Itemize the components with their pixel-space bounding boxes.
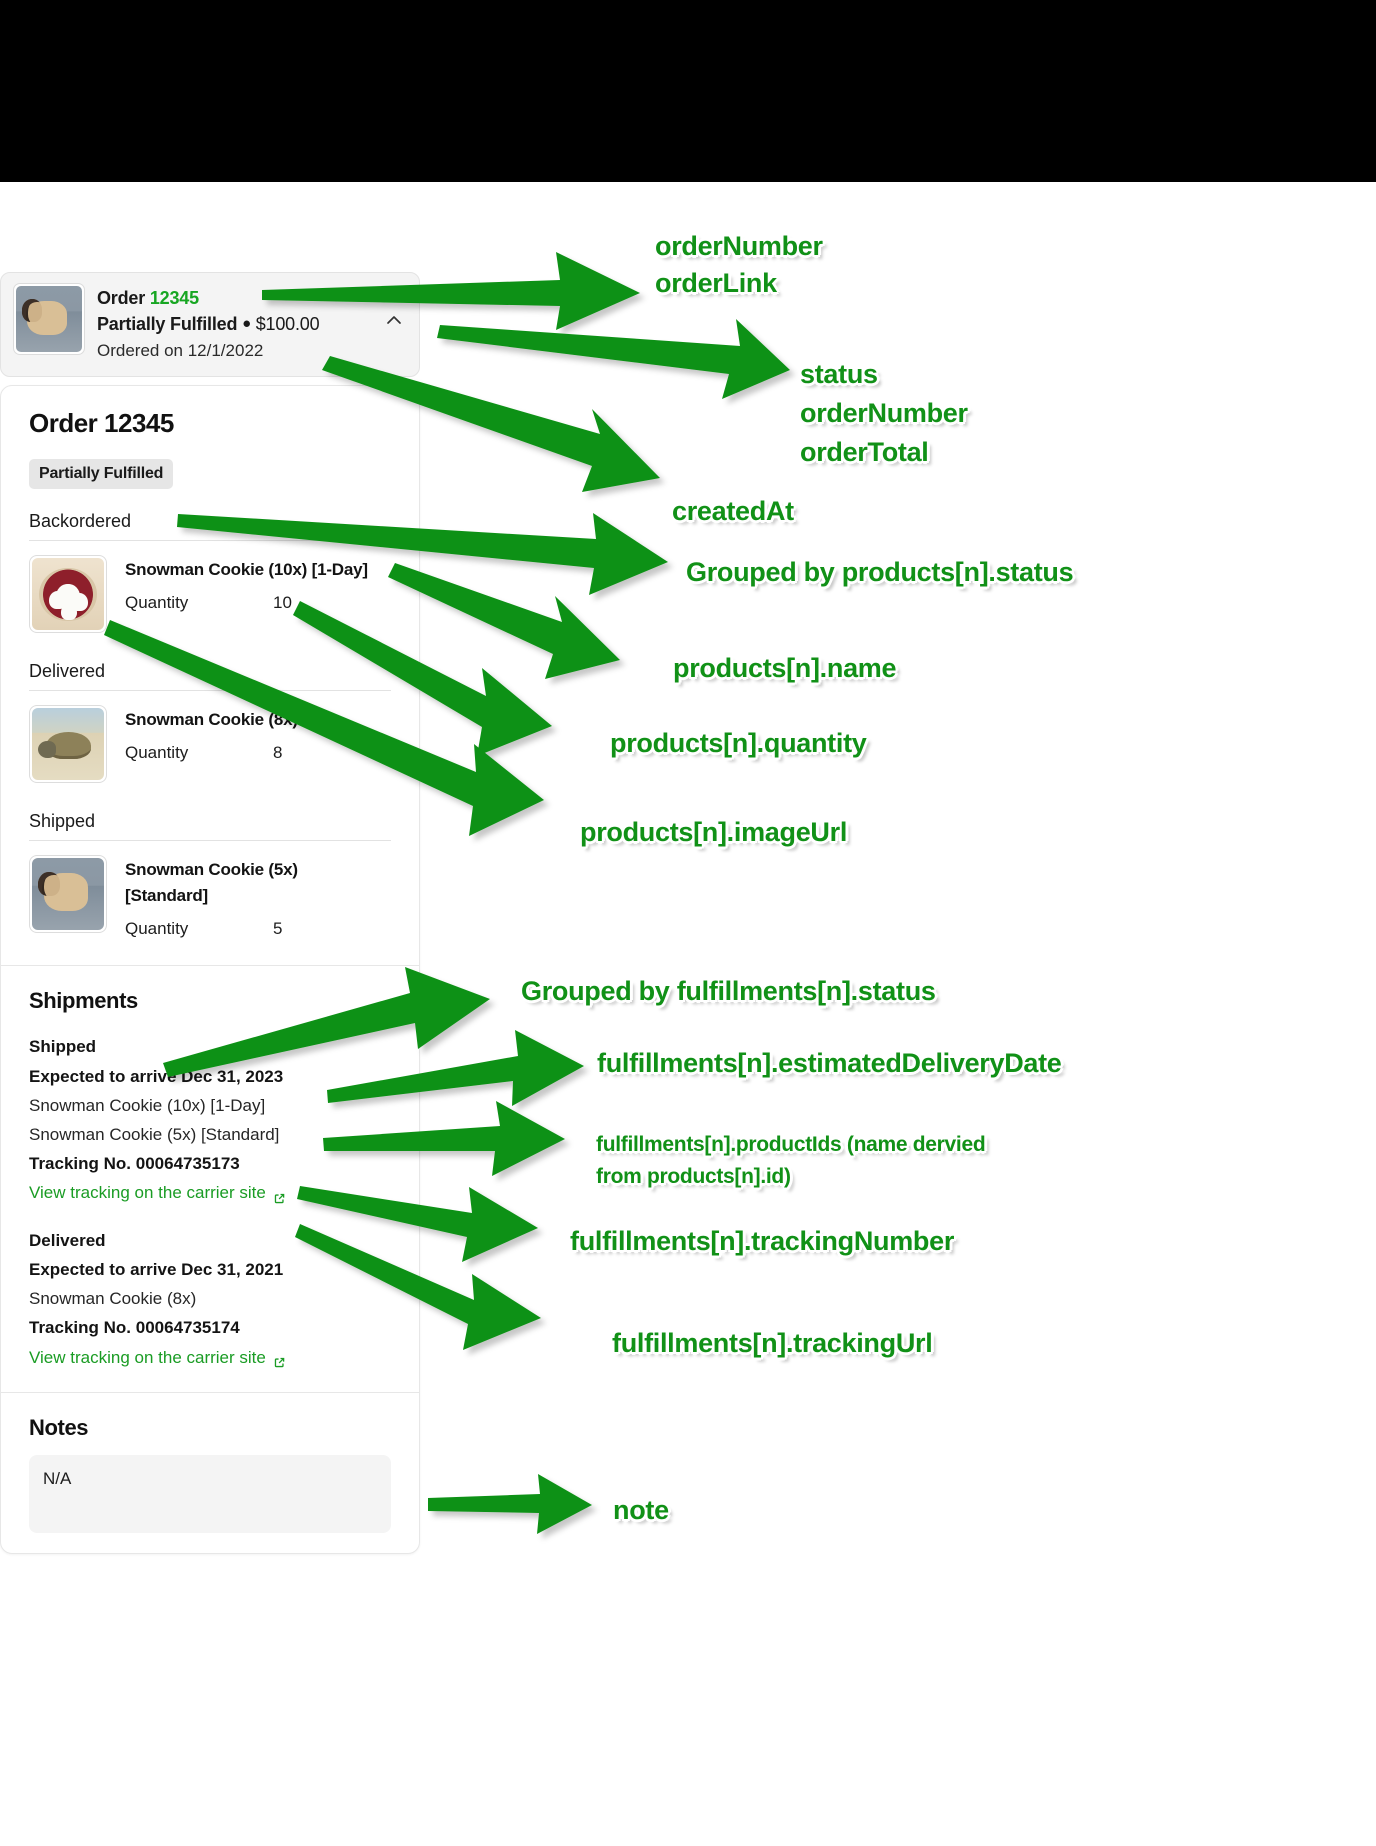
tracking-link-label: View tracking on the carrier site [29, 1347, 266, 1367]
product-quantity: 8 [273, 742, 283, 762]
fulfillment-product: Snowman Cookie (10x) [1-Day] [29, 1095, 266, 1115]
annotation-label: from products[n].id) [596, 1165, 791, 1188]
order-created-at: Ordered on 12/1/2022 [97, 341, 264, 361]
order-products-section: Order 12345 Partially Fulfilled Backorde… [1, 386, 419, 966]
product-name: Snowman Cookie (8x) [125, 709, 298, 729]
product-quantity: 5 [273, 919, 283, 939]
fulfillment-status: Delivered [29, 1230, 106, 1250]
fulfillment-product: Snowman Cookie (8x) [29, 1289, 197, 1309]
tracking-value: 00064735174 [135, 1318, 240, 1338]
annotation-label: products[n].quantity [610, 728, 867, 758]
fulfillment-estimated-delivery: Expected to arrive Dec 31, 2023 [29, 1066, 284, 1086]
shipments-section: Shipments Shipped Expected to arrive Dec… [1, 966, 419, 1392]
notes-section: Notes N/A [1, 1393, 419, 1553]
fulfillment-tracking-link-row: View tracking on the carrier site [29, 1343, 391, 1372]
fulfillment-product: Snowman Cookie (5x) [Standard] [29, 1124, 280, 1144]
product-group-status: Backordered [29, 511, 391, 541]
order-summary-thumbnail [13, 283, 85, 355]
fulfillment-tracking-link-row: View tracking on the carrier site [29, 1178, 391, 1207]
order-summary-strip[interactable]: Order 12345 Partially Fulfilled ● $100.0… [0, 272, 420, 377]
product-info: Snowman Cookie (10x) [1-Day] Quantity 10 [125, 555, 391, 613]
tracking-prefix: Tracking No. [29, 1154, 136, 1174]
annotation-label: fulfillments[n].trackingUrl [612, 1328, 933, 1358]
annotation-label: products[n].imageUrl [580, 817, 848, 847]
annotated-order-screenshot: Order 12345 Partially Fulfilled ● $100.0… [0, 0, 1376, 1846]
external-link-icon [272, 1350, 287, 1367]
arrow-to-note [428, 1474, 592, 1534]
annotation-label: fulfillments[n].productIds (name dervied [596, 1133, 986, 1156]
shipments-title: Shipments [29, 988, 138, 1014]
page-title: Order 12345 [29, 407, 174, 438]
annotation-label: fulfillments[n].estimatedDeliveryDate [597, 1048, 1062, 1078]
annotation-label: Grouped by fulfillments[n].status [521, 976, 936, 1006]
product-group-status: Shipped [29, 811, 391, 841]
order-summary-title: Order 12345 [97, 285, 407, 311]
annotation-label: status [800, 359, 878, 389]
product-row: Snowman Cookie (5x) [Standard] Quantity … [29, 841, 391, 946]
quantity-label: Quantity [125, 592, 189, 612]
product-quantity-row: Quantity 8 [125, 743, 391, 763]
order-summary-text: Order 12345 Partially Fulfilled ● $100.0… [97, 283, 407, 364]
product-image [29, 854, 107, 933]
arrow-to-status [437, 319, 790, 399]
fulfillment-tracking-number: Tracking No. 00064735174 [29, 1313, 391, 1342]
separator-dot: ● [242, 315, 251, 333]
product-info: Snowman Cookie (5x) [Standard] Quantity … [125, 855, 391, 940]
annotation-label: products[n].name [673, 653, 897, 683]
fulfillment-status: Shipped [29, 1037, 97, 1057]
product-name: Snowman Cookie (5x) [Standard] [125, 859, 298, 905]
status-badge: Partially Fulfilled [29, 458, 174, 489]
order-app-column: Order 12345 Partially Fulfilled ● $100.0… [0, 272, 420, 1554]
product-group-status: Delivered [29, 661, 391, 691]
external-link-icon [272, 1186, 287, 1203]
tracking-url-link[interactable]: View tracking on the carrier site [29, 1343, 287, 1372]
fulfillment-estimated-delivery: Expected to arrive Dec 31, 2021 [29, 1259, 284, 1279]
pug-image [32, 857, 104, 930]
tortoise-image [32, 707, 104, 780]
pug-image [16, 286, 82, 352]
annotation-label: createdAt [672, 496, 794, 526]
quantity-label: Quantity [125, 742, 189, 762]
product-info: Snowman Cookie (8x) Quantity 8 [125, 705, 391, 763]
product-image [29, 554, 107, 633]
tracking-url-link[interactable]: View tracking on the carrier site [29, 1178, 287, 1207]
top-black-bar [0, 0, 1376, 182]
annotation-label: orderNumber [655, 231, 823, 261]
cookie-plate-image [32, 557, 104, 630]
fulfillment-block: Delivered Expected to arrive Dec 31, 202… [29, 1226, 391, 1372]
product-quantity: 10 [273, 592, 292, 612]
product-quantity-row: Quantity 5 [125, 919, 391, 939]
order-label: Order [97, 288, 146, 308]
arrow-to-product-name [388, 563, 620, 679]
chevron-up-icon[interactable] [385, 311, 403, 329]
tracking-prefix: Tracking No. [29, 1318, 136, 1338]
annotation-label: orderTotal [800, 437, 929, 467]
annotation-label: note [613, 1495, 669, 1525]
product-row: Snowman Cookie (8x) Quantity 8 [29, 691, 391, 789]
order-summary-status-total: Partially Fulfilled ● $100.00 [97, 311, 407, 338]
order-detail-card: Order 12345 Partially Fulfilled Backorde… [0, 384, 420, 1554]
tracking-link-label: View tracking on the carrier site [29, 1183, 266, 1203]
annotation-label: orderNumber [800, 398, 968, 428]
fulfillment-tracking-number: Tracking No. 00064735173 [29, 1149, 391, 1178]
order-total: $100.00 [255, 314, 320, 335]
notes-title: Notes [29, 1414, 89, 1440]
annotation-label: Grouped by products[n].status [686, 557, 1074, 587]
quantity-label: Quantity [125, 919, 189, 939]
annotation-label: orderLink [655, 268, 777, 298]
product-row: Snowman Cookie (10x) [1-Day] Quantity 10 [29, 541, 391, 639]
product-image [29, 704, 107, 783]
annotation-label: fulfillments[n].trackingNumber [570, 1226, 955, 1256]
product-name: Snowman Cookie (10x) [1-Day] [125, 559, 368, 579]
order-status: Partially Fulfilled [97, 314, 238, 335]
order-link[interactable]: 12345 [150, 288, 199, 308]
product-quantity-row: Quantity 10 [125, 593, 391, 613]
tracking-value: 00064735173 [135, 1154, 240, 1174]
fulfillment-block: Shipped Expected to arrive Dec 31, 2023 … [29, 1032, 391, 1207]
note-value: N/A [29, 1454, 391, 1533]
